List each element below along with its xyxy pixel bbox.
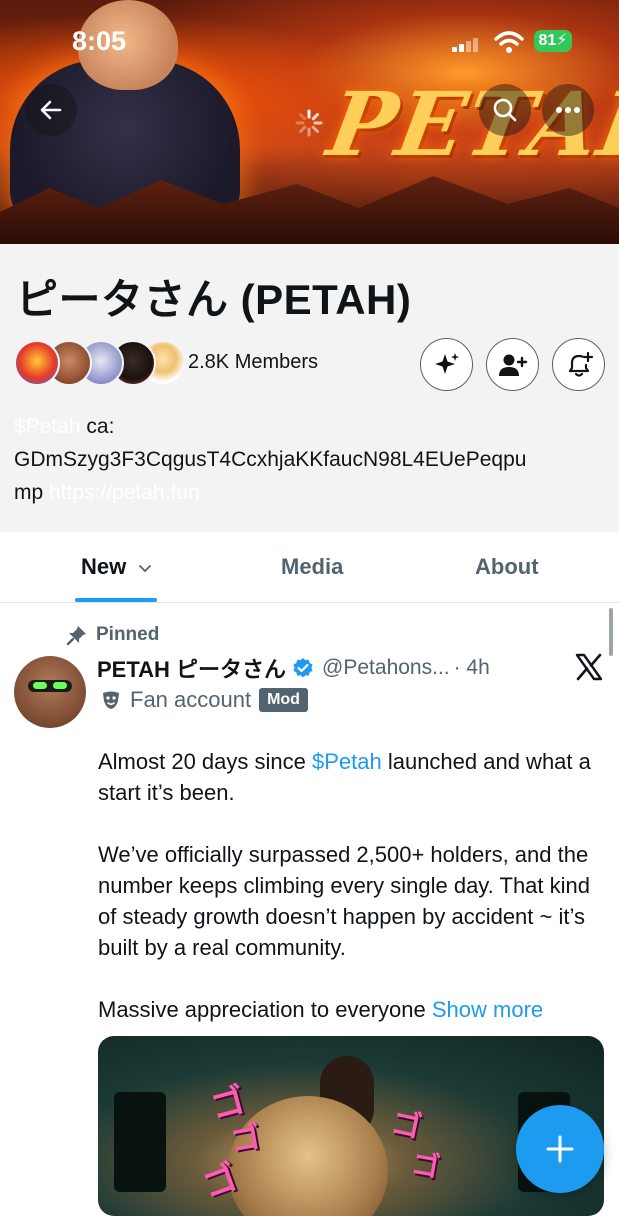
theater-mask-icon <box>103 691 119 709</box>
member-avatars[interactable] <box>14 340 186 388</box>
tab-new-label: New <box>81 554 127 579</box>
media-window-left <box>114 1092 166 1192</box>
website-link[interactable]: https://petah.fun <box>43 481 200 504</box>
status-bar: 8:05 81⚡ <box>0 0 619 80</box>
more-options-button[interactable] <box>542 84 594 136</box>
post-paragraph: We’ve officially surpassed 2,500+ holder… <box>98 842 590 960</box>
description-ticker[interactable]: $Petah <box>14 415 81 438</box>
compose-post-button[interactable] <box>516 1105 604 1193</box>
pinned-label: Pinned <box>96 624 160 645</box>
post-author-line: PETAH ピータさん @Petahons... · 4h <box>97 652 490 684</box>
battery-indicator: 81⚡ <box>534 30 572 52</box>
community-tabs: New Media About <box>0 532 619 603</box>
community-header: ピータさん (PETAH) 2.8K Members $Petah ca: GD… <box>0 244 619 532</box>
scrollbar[interactable] <box>609 608 613 656</box>
post-paragraph: Massive appreciation to everyone Show mo… <box>98 994 608 1025</box>
wifi-icon <box>494 31 524 53</box>
notifications-button[interactable] <box>552 338 605 391</box>
tab-media[interactable]: Media <box>281 554 343 580</box>
grok-sparkle-button[interactable] <box>420 338 473 391</box>
post-author-avatar[interactable] <box>14 656 86 728</box>
avatar-sunglasses <box>28 680 72 692</box>
search-button[interactable] <box>479 84 531 136</box>
chevron-down-icon <box>139 565 152 573</box>
signal-icon <box>452 38 478 52</box>
post-author-handle[interactable]: @Petahons... <box>322 656 450 680</box>
active-tab-indicator <box>75 598 157 602</box>
more-icon <box>556 107 580 113</box>
plus-icon <box>546 1135 574 1163</box>
mod-badge: Mod <box>259 688 308 712</box>
pinned-indicator: Pinned <box>66 622 159 648</box>
post-text-segment: Almost 20 days since <box>98 749 312 774</box>
tab-about[interactable]: About <box>475 554 539 580</box>
member-avatar <box>14 340 60 386</box>
post-paragraph: Almost 20 days since $Petah launched and… <box>98 746 608 808</box>
post-timestamp[interactable]: · 4h <box>454 656 490 680</box>
pin-icon <box>66 626 86 646</box>
community-description: $Petah ca: GDmSzyg3F3CqgusT4CcxhjaKKfauc… <box>14 410 604 509</box>
add-member-icon <box>498 354 527 376</box>
media-sfx-text: ゴ <box>409 1146 443 1185</box>
back-button[interactable] <box>25 84 77 136</box>
status-time: 8:05 <box>72 26 127 56</box>
post-text-segment: Massive appreciation to everyone <box>98 997 432 1022</box>
account-type-label: Fan account <box>130 687 252 712</box>
sparkle-icon <box>434 352 459 374</box>
post-text: Almost 20 days since $Petah launched and… <box>98 746 608 1056</box>
battery-level: 81 <box>538 32 557 49</box>
media-sfx-text: ゴ <box>387 1105 425 1146</box>
community-name: ピータさん (PETAH) <box>16 276 412 323</box>
back-arrow-icon <box>40 100 62 120</box>
description-ca-label: ca: <box>80 415 115 438</box>
contract-address-end: mp <box>14 481 44 504</box>
join-community-button[interactable] <box>486 338 539 391</box>
tab-new[interactable]: New <box>81 554 152 580</box>
member-count[interactable]: 2.8K Members <box>188 351 318 374</box>
notification-bell-icon <box>568 351 593 377</box>
account-label-row: Fan account Mod <box>100 685 308 715</box>
contract-address: GDmSzyg3F3CqgusT4CcxhjaKKfaucN98L4EUePeq… <box>14 448 527 471</box>
search-icon <box>493 98 517 122</box>
x-logo-icon[interactable] <box>574 652 604 682</box>
post-author-name[interactable]: PETAH ピータさん <box>97 652 286 684</box>
loading-spinner-icon <box>295 109 323 137</box>
show-more-link[interactable]: Show more <box>432 997 543 1022</box>
cashtag-link[interactable]: $Petah <box>312 749 382 774</box>
verified-icon <box>293 658 313 678</box>
